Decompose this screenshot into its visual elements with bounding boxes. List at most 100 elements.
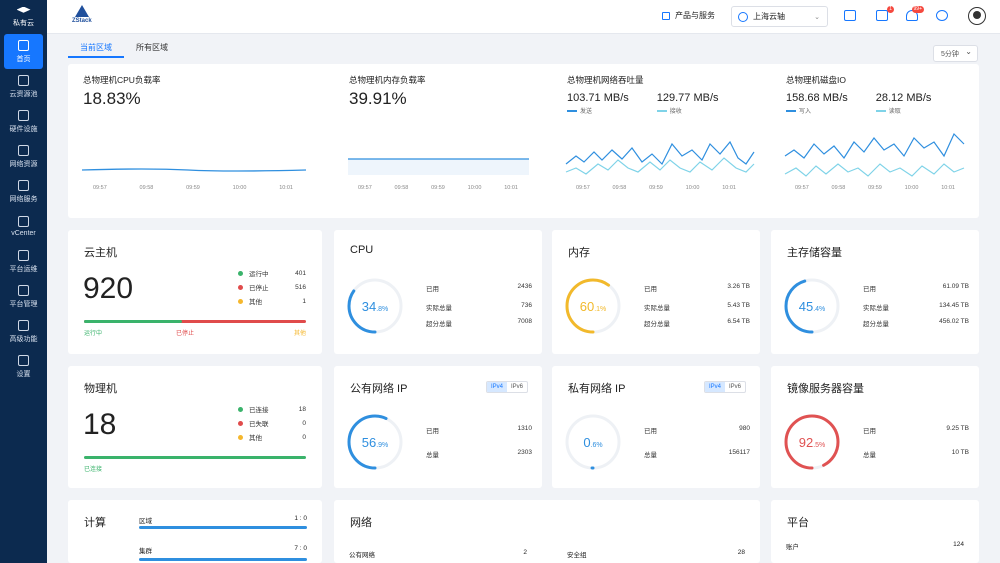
stat-row: 总量 10 TB <box>863 449 969 459</box>
products-label: 产品与服务 <box>675 11 715 20</box>
monitor-icon[interactable] <box>844 10 856 21</box>
alarm-bell-icon[interactable]: 99+ <box>906 6 924 21</box>
sidebar-item-3[interactable]: 网络资源 <box>0 139 47 174</box>
logo-icon <box>74 5 89 17</box>
stat-row: 已用 2436 <box>426 283 532 293</box>
gauge-int: 92 <box>798 435 814 450</box>
cube-icon <box>16 6 31 13</box>
monitor-icon <box>18 249 29 261</box>
ipv4-option[interactable]: IPv4 <box>486 382 507 392</box>
ipv6-option[interactable]: IPv6 <box>507 382 527 392</box>
disk-ticks: 09:57 09:58 09:59 10:00 10:01 <box>795 185 955 191</box>
stat-key: 总量 <box>644 452 657 459</box>
sidebar-item-5[interactable]: vCenter <box>0 209 47 244</box>
gauge-value: 56.9% <box>345 434 405 452</box>
send-sparkline <box>565 140 755 166</box>
ipv6-option[interactable]: IPv6 <box>725 382 745 392</box>
stat-value: 7008 <box>517 318 532 325</box>
tick: 09:58 <box>139 185 154 191</box>
stat-row: 实际总量 736 <box>426 302 532 312</box>
row-key: 集群 <box>139 548 152 555</box>
vcenter-icon <box>18 216 29 227</box>
cpu-card[interactable]: CPU 34.8% 已用 2436 实际总量 736 超分总量 7008 <box>334 230 542 354</box>
legend-label: 已连接 <box>249 407 269 414</box>
sidebar-item-label: 平台管理 <box>9 300 38 308</box>
tick: 09:57 <box>93 185 107 191</box>
history-icon[interactable] <box>936 10 948 21</box>
tab-all-regions[interactable]: 所有区域 <box>124 40 180 58</box>
card-title: CPU <box>350 244 374 256</box>
gauge-int: 45 <box>798 299 814 314</box>
stat-key: 已用 <box>863 286 876 293</box>
ip-version-toggle[interactable]: IPv4 IPv6 <box>485 381 528 393</box>
private-ip-card[interactable]: 私有网络 IP IPv4 IPv6 0.6% 已用 980 总量 156117 <box>552 366 760 488</box>
sidebar: 私有云 首页云资源池 硬件设施 网络资源 网络服务 vCenter 平台运维平台管理高级功… <box>0 0 47 563</box>
admin-icon <box>18 284 29 296</box>
tab-current-region[interactable]: 当前区域 <box>68 40 124 58</box>
logo-text: ZStack <box>72 18 92 24</box>
row-value: 124 <box>953 541 964 548</box>
zstack-logo[interactable]: ZStack <box>72 5 92 24</box>
stat-key: 总量 <box>863 452 876 459</box>
gauge-value: 92.5% <box>782 434 842 452</box>
stat-value: 134.45 TB <box>939 302 969 309</box>
row-value: 2 <box>523 549 527 556</box>
stat-key: 超分总量 <box>426 321 452 328</box>
sidebar-item-1[interactable]: 云资源池 <box>0 69 47 104</box>
stat-row: 已用 980 <box>644 425 750 435</box>
legend-other: 其他 0 <box>238 432 306 442</box>
legend-label: 运行中 <box>249 271 269 278</box>
memory-area <box>348 159 529 175</box>
home-icon <box>18 39 29 51</box>
vm-card[interactable]: 云主机 920 运行中 401 已停止 516 其他 1 运行中 已停止 其他 <box>68 230 322 354</box>
stat-row: 已用 61.09 TB <box>863 283 969 293</box>
storage-card[interactable]: 主存储容量 45.4% 已用 61.09 TB 实际总量 134.45 TB 超分总量 456… <box>771 230 979 354</box>
tick: 09:57 <box>795 185 809 191</box>
region-select[interactable]: 上海云轴 ⌄ <box>731 6 828 27</box>
sidebar-item-label: 首页 <box>16 55 31 63</box>
public-ip-card[interactable]: 公有网络 IP IPv4 IPv6 56.9% 已用 1310 总量 2303 <box>334 366 542 488</box>
memory-card[interactable]: 内存 60.1% 已用 3.26 TB 实际总量 5.43 TB 超分总量 6.54 TB <box>552 230 760 354</box>
sidebar-item-0[interactable]: 首页 <box>4 34 43 69</box>
tick: 10:01 <box>722 185 736 191</box>
stat-row: 超分总量 7008 <box>426 318 532 328</box>
sidebar-item-7[interactable]: 平台管理 <box>0 279 47 314</box>
advanced-icon <box>18 319 29 331</box>
image-storage-card[interactable]: 镜像服务器容量 92.5% 已用 9.25 TB 总量 10 TB <box>771 366 979 488</box>
gauge-value: 45.4% <box>782 298 842 316</box>
memory-ticks: 09:57 09:58 09:59 10:00 10:01 <box>358 185 518 191</box>
card-title: 镜像服务器容量 <box>787 383 864 395</box>
status-dot <box>238 270 243 276</box>
vm-running-bar <box>84 320 182 323</box>
sidebar-item-6[interactable]: 平台运维 <box>0 244 47 279</box>
alarm-badge: 99+ <box>911 6 924 13</box>
status-dot <box>238 406 243 412</box>
legend-label: 其他 <box>249 299 262 306</box>
ip-version-toggle[interactable]: IPv4 IPv6 <box>703 381 746 393</box>
gauge-dec: .8% <box>376 306 389 313</box>
tick: 09:59 <box>431 185 445 191</box>
sidebar-item-9[interactable]: 设置 <box>0 349 47 384</box>
card-title: 主存储容量 <box>787 247 842 259</box>
platform-card[interactable]: 平台 账户 124 <box>771 500 979 563</box>
host-card[interactable]: 物理机 18 已连接 18 已失联 0 其他 0 已连接 <box>68 366 322 488</box>
products-services-button[interactable]: 产品与服务 <box>662 10 715 21</box>
receive-sparkline <box>565 157 755 175</box>
stat-row: 总量 156117 <box>644 449 750 459</box>
sidebar-item-4[interactable]: 网络服务 <box>0 174 47 209</box>
sidebar-item-8[interactable]: 高级功能 <box>0 314 47 349</box>
refresh-label: 5分钟 <box>941 50 959 58</box>
avatar[interactable] <box>968 7 986 25</box>
row-value: 7 : 0 <box>294 545 307 552</box>
legend-value: 0 <box>302 433 306 441</box>
notification-icon[interactable]: 1 <box>876 6 894 21</box>
refresh-interval-select[interactable]: 5分钟 <box>933 45 978 62</box>
write-sparkline <box>784 132 965 160</box>
metrics-panel: 总物理机CPU负载率 18.83% 总物理机内存负载率 39.91% 总物理机网… <box>68 64 979 218</box>
sidebar-item-2[interactable]: 硬件设施 <box>0 104 47 139</box>
sidebar-brand[interactable]: 私有云 <box>0 0 47 34</box>
compute-card[interactable]: 计算 区域 1 : 0 集群 7 : 0 <box>68 500 322 563</box>
stat-value: 980 <box>739 425 750 432</box>
network-card[interactable]: 网络 公有网络 2 安全组 28 <box>334 500 760 563</box>
ipv4-option[interactable]: IPv4 <box>704 382 725 392</box>
